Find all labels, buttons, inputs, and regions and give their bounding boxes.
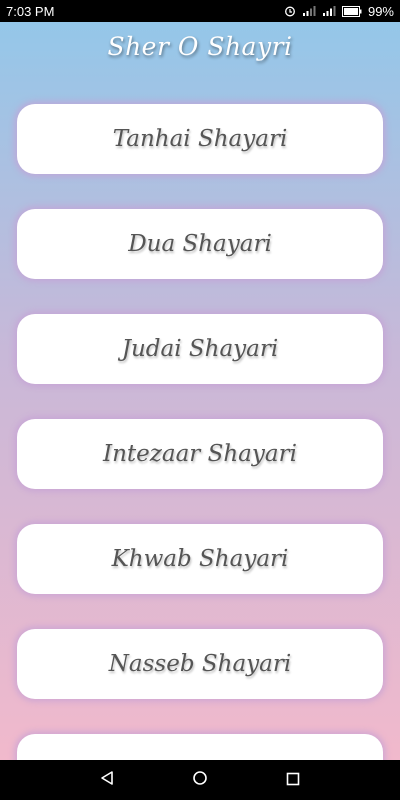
menu-item-dua-shayari[interactable]: Dua Shayari (17, 209, 383, 279)
status-time: 7:03 PM (6, 3, 55, 19)
battery-percent: 99% (367, 3, 394, 19)
battery-icon (341, 5, 362, 17)
status-icons: 99% (284, 4, 394, 19)
recents-button[interactable] (273, 760, 313, 800)
menu-item-intezaar-shayari[interactable]: Intezaar Shayari (17, 419, 383, 489)
back-button[interactable] (87, 760, 127, 800)
menu-item-khwab-shayari[interactable]: Khwab Shayari (17, 524, 383, 594)
home-button[interactable] (180, 760, 220, 800)
menu-item-partial[interactable] (17, 734, 383, 760)
home-icon (192, 770, 208, 790)
signal-icon (302, 5, 316, 17)
status-bar: 7:03 PM 99% (0, 0, 400, 22)
menu-item-tanhai-shayari[interactable]: Tanhai Shayari (17, 104, 383, 174)
recents-icon (286, 771, 300, 790)
signal-icon (322, 5, 336, 17)
main-screen: Sher O Shayri Tanhai Shayari Dua Shayari… (0, 22, 400, 760)
menu-item-nasseb-shayari[interactable]: Nasseb Shayari (17, 629, 383, 699)
menu-item-judai-shayari[interactable]: Judai Shayari (17, 314, 383, 384)
navigation-bar (0, 760, 400, 800)
back-icon (100, 770, 114, 790)
alarm-icon (284, 5, 296, 17)
app-title: Sher O Shayri (107, 32, 293, 61)
